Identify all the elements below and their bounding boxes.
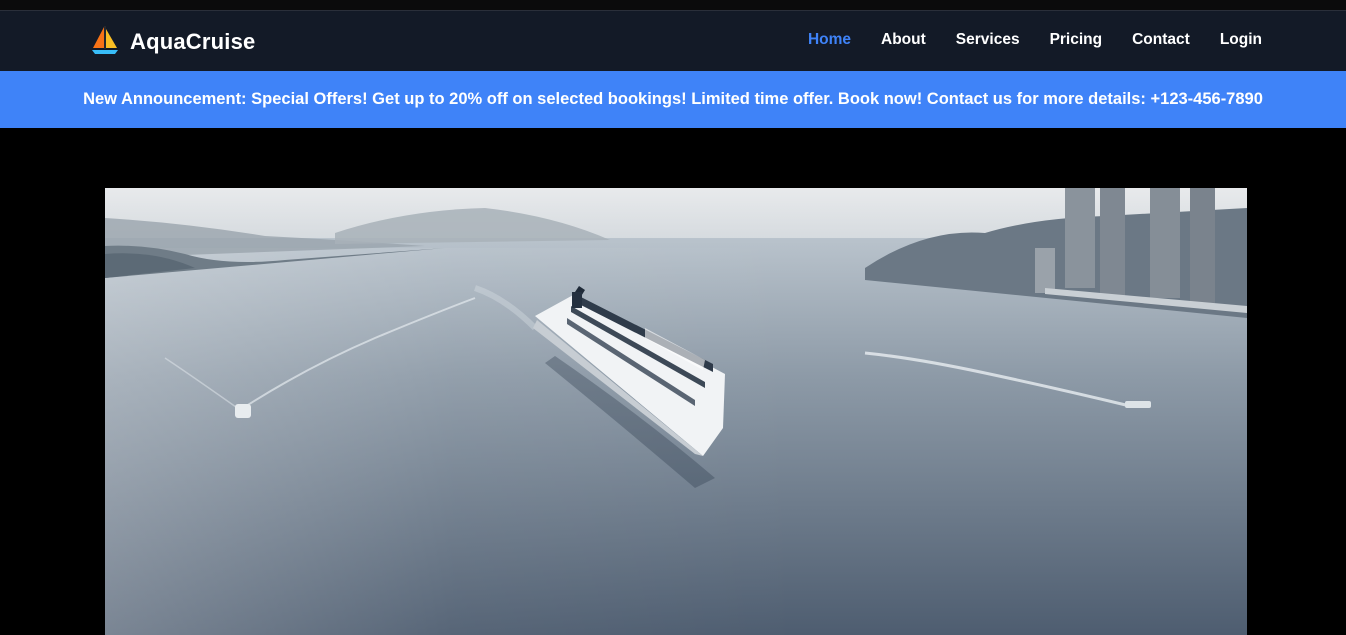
hero-image	[105, 188, 1247, 635]
nav-link-home[interactable]: Home	[808, 31, 851, 49]
navbar: AquaCruise Home About Services Pricing C…	[0, 10, 1346, 71]
main-nav: Home About Services Pricing Contact Logi…	[808, 31, 1262, 49]
brand-logo-link[interactable]: AquaCruise	[90, 25, 255, 59]
nav-link-about[interactable]: About	[881, 31, 926, 49]
brand-name: AquaCruise	[130, 29, 256, 54]
announcement-banner: New Announcement: Special Offers! Get up…	[0, 71, 1346, 128]
nav-link-pricing[interactable]: Pricing	[1050, 31, 1103, 49]
window-top-strip	[0, 0, 1346, 10]
announcement-text: New Announcement: Special Offers! Get up…	[83, 90, 1263, 108]
nav-link-login[interactable]: Login	[1220, 31, 1262, 49]
nav-link-services[interactable]: Services	[956, 31, 1020, 49]
nav-link-contact[interactable]: Contact	[1132, 31, 1190, 49]
sailboat-icon	[90, 24, 120, 61]
